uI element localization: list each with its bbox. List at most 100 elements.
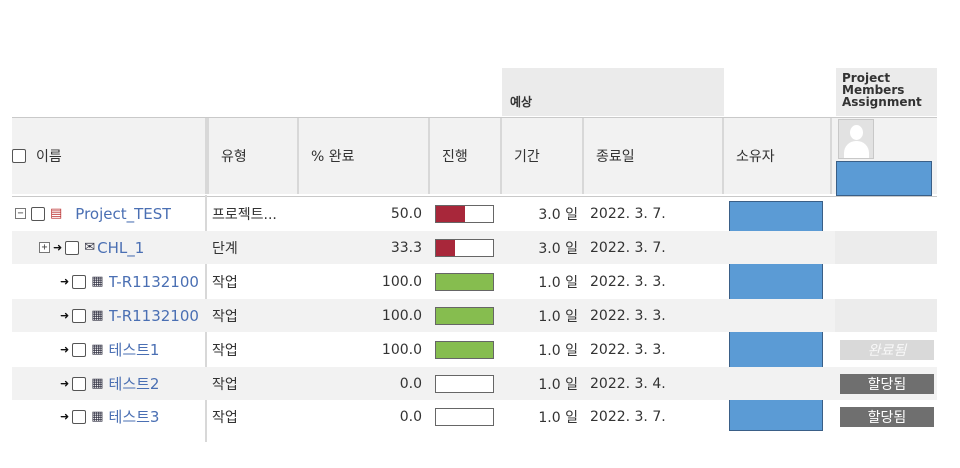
arrow-icon: ➜ [60, 377, 70, 390]
status-badge[interactable]: 할당됨 [840, 406, 934, 427]
task-name-link[interactable]: CHL_1 [97, 239, 144, 257]
percent-complete-cell: 50.0 [390, 205, 422, 222]
progress-bar-fill [436, 307, 493, 324]
name-cell: ➜ ▦ T-R1132100 [57, 299, 205, 332]
row-checkbox[interactable] [65, 240, 80, 255]
type-cell: 단계 [212, 240, 238, 257]
progress-cell [435, 197, 497, 230]
type-cell: 작업 [212, 376, 238, 393]
avatar-head-icon [850, 125, 863, 140]
task-name-link[interactable]: T-R1132100 [109, 307, 199, 325]
table-row[interactable]: ➜ ▦ T-R1132100 작업 100.0 1.0 일 2022. 3. 3… [12, 265, 937, 298]
task-name-link[interactable]: T-R1132100 [109, 273, 199, 291]
type-cell: 작업 [212, 409, 238, 426]
table-row[interactable]: ➜ ▦ 테스트3 작업 0.0 1.0 일 2022. 3. 7. 할당됨 [12, 400, 937, 433]
row-checkbox[interactable] [72, 342, 87, 357]
percent-complete-cell: 100.0 [381, 341, 422, 358]
percent-complete-cell: 100.0 [381, 307, 422, 324]
column-header-owner[interactable]: 소유자 [724, 118, 832, 194]
select-all-checkbox[interactable] [12, 149, 26, 163]
progress-cell [435, 367, 497, 400]
progress-bar-fill [436, 205, 465, 222]
arrow-icon: ➜ [60, 410, 70, 423]
member-cell [835, 299, 937, 332]
row-checkbox[interactable] [72, 376, 87, 391]
table-row[interactable]: ➜ ▦ T-R1132100 작업 100.0 1.0 일 2022. 3. 3… [12, 299, 937, 332]
duration-cell: 1.0 일 [538, 409, 578, 426]
table-row[interactable]: ➜ ▦ 테스트1 작업 100.0 1.0 일 2022. 3. 3. 완료됨 [12, 333, 937, 366]
task-icon: ▦ [91, 342, 104, 357]
table-row[interactable]: ➜ ▦ 테스트2 작업 0.0 1.0 일 2022. 3. 4. 할당됨 [12, 367, 937, 400]
progress-bar [435, 204, 494, 223]
phase-icon: ✉ [84, 240, 96, 255]
end-date-cell: 2022. 3. 4. [590, 375, 666, 392]
member-cell: 할당됨 [840, 400, 936, 433]
status-badge[interactable]: 할당됨 [840, 373, 934, 394]
table-row[interactable]: − ▤ Project_TEST 프로젝트... 50.0 3.0 일 2022… [12, 197, 937, 230]
task-name-link[interactable]: 테스트3 [109, 406, 160, 427]
column-header-end-date[interactable]: 종료일 [584, 118, 724, 194]
task-icon: ▦ [91, 376, 104, 391]
name-cell: − ▤ Project_TEST [15, 197, 205, 230]
collapse-icon[interactable]: − [15, 208, 26, 219]
progress-bar [435, 407, 494, 426]
name-cell: ➜ ▦ 테스트3 [57, 400, 205, 433]
progress-cell [435, 299, 497, 332]
task-icon: ▦ [91, 274, 104, 289]
row-checkbox[interactable] [72, 409, 87, 424]
status-badge[interactable]: 완료됨 [840, 339, 934, 360]
end-date-cell: 2022. 3. 3. [590, 341, 666, 358]
member-cell: 할당됨 [840, 367, 936, 400]
member-name-block[interactable] [836, 161, 932, 196]
end-date-cell: 2022. 3. 7. [590, 239, 666, 256]
column-header-progress[interactable]: 진행 [430, 118, 502, 194]
progress-bar [435, 374, 494, 393]
grid-header-row: 이름 유형 % 완료 진행 기간 종료일 소유자 [12, 117, 937, 197]
member-cell: 완료됨 [840, 333, 936, 366]
member-column-header[interactable] [832, 118, 937, 196]
task-name-link[interactable]: 테스트1 [109, 339, 160, 360]
row-checkbox[interactable] [72, 308, 87, 323]
table-row[interactable]: + ➜ ✉ CHL_1 단계 33.3 3.0 일 2022. 3. 7. [12, 231, 937, 264]
duration-cell: 1.0 일 [538, 376, 578, 393]
percent-complete-cell: 0.0 [399, 408, 422, 425]
type-cell: 작업 [212, 274, 238, 291]
row-checkbox[interactable] [31, 206, 45, 221]
column-header-percent-complete[interactable]: % 완료 [299, 118, 430, 194]
estimate-group-header: 예상 [502, 68, 724, 116]
progress-cell [435, 333, 497, 366]
task-name-link[interactable]: Project_TEST [75, 205, 171, 223]
task-name-link[interactable]: 테스트2 [109, 373, 160, 394]
column-header-type[interactable]: 유형 [207, 118, 299, 194]
percent-complete-cell: 0.0 [399, 375, 422, 392]
name-cell: + ➜ ✉ CHL_1 [39, 231, 205, 264]
arrow-icon: ➜ [60, 275, 70, 288]
type-cell: 작업 [212, 342, 238, 359]
duration-cell: 3.0 일 [538, 240, 578, 257]
column-header-name[interactable]: 이름 [12, 118, 207, 194]
duration-cell: 1.0 일 [538, 342, 578, 359]
end-date-cell: 2022. 3. 7. [590, 205, 666, 222]
progress-bar-fill [436, 341, 493, 358]
project-icon: ▤ [50, 206, 63, 221]
name-cell: ➜ ▦ 테스트1 [57, 333, 205, 366]
member-cell [835, 231, 937, 264]
estimate-group-label: 예상 [510, 95, 533, 109]
progress-bar [435, 238, 494, 257]
percent-complete-cell: 33.3 [390, 239, 422, 256]
row-checkbox[interactable] [72, 274, 87, 289]
name-cell: ➜ ▦ T-R1132100 [57, 265, 205, 298]
task-icon: ▦ [91, 409, 104, 424]
progress-cell [435, 400, 497, 433]
name-cell: ➜ ▦ 테스트2 [57, 367, 205, 400]
progress-bar-fill [436, 239, 455, 256]
duration-cell: 1.0 일 [538, 308, 578, 325]
end-date-cell: 2022. 3. 3. [590, 307, 666, 324]
members-assignment-header: Project Members Assignment [836, 68, 937, 116]
expand-icon[interactable]: + [39, 242, 50, 253]
percent-complete-cell: 100.0 [381, 273, 422, 290]
column-header-duration[interactable]: 기간 [502, 118, 584, 194]
end-date-cell: 2022. 3. 7. [590, 408, 666, 425]
progress-bar [435, 306, 494, 325]
progress-bar-fill [436, 273, 493, 290]
